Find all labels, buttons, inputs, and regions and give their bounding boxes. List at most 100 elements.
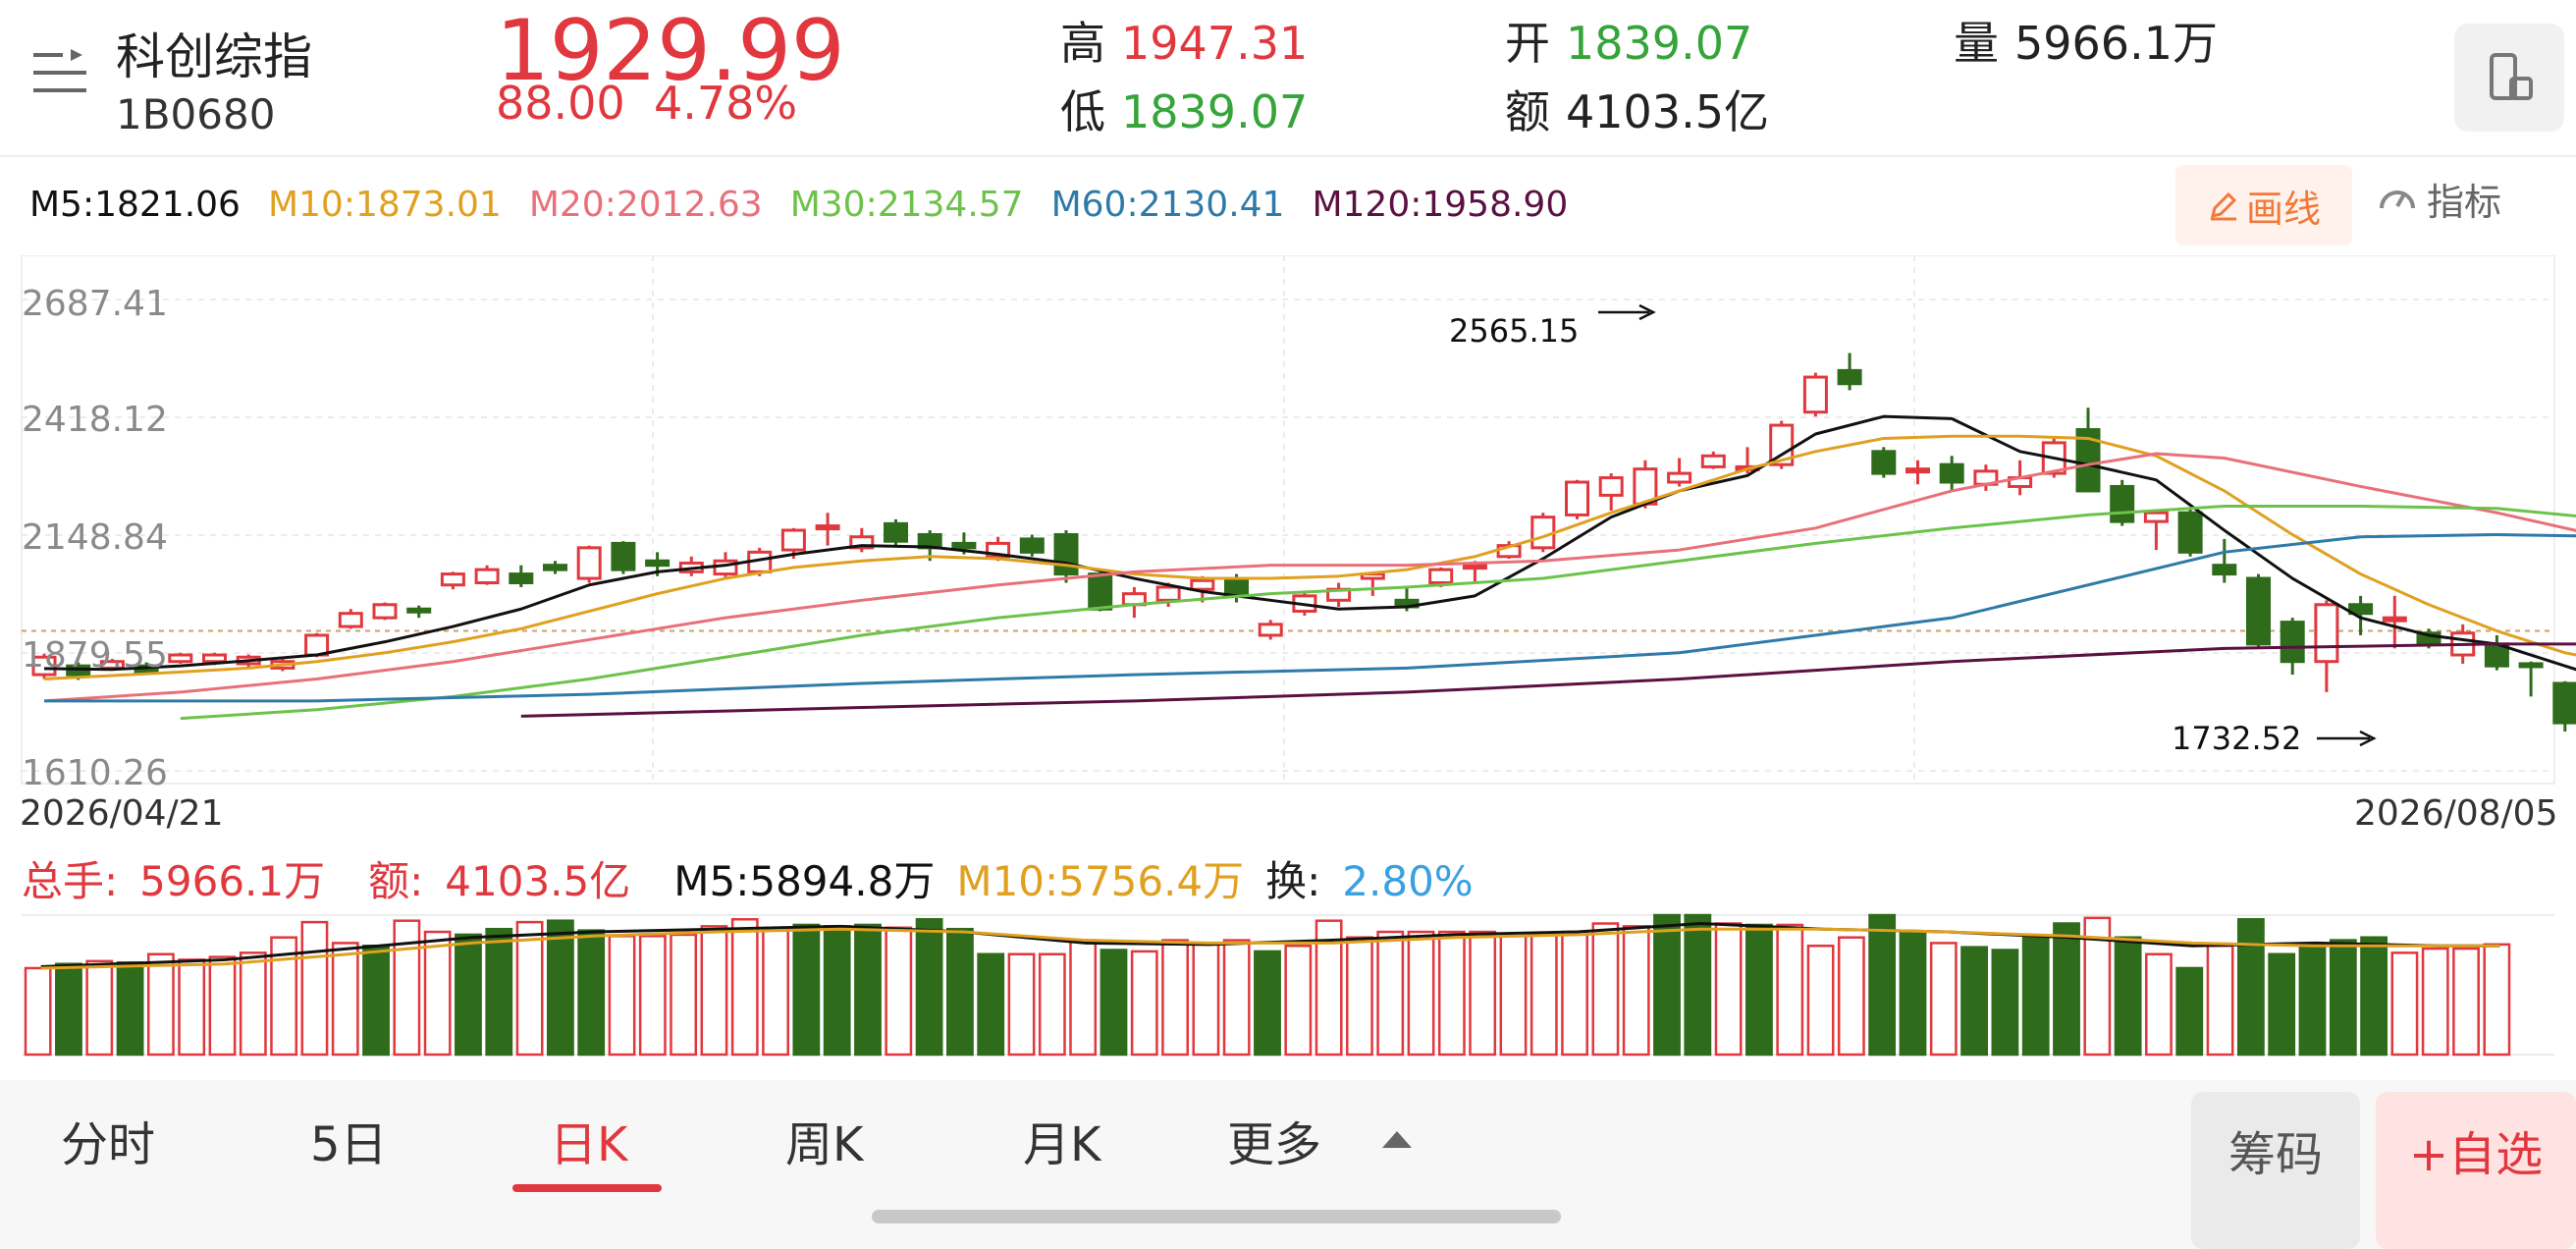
total-amount: 额: 4103.5亿 — [368, 857, 652, 905]
volume-bar — [792, 923, 821, 1057]
volume-bar — [1776, 923, 1804, 1057]
volume-bar — [515, 920, 544, 1057]
volume-bar — [2236, 918, 2265, 1057]
volume-bar — [2206, 944, 2234, 1057]
volume-bar — [2329, 939, 2357, 1057]
high-label: 高 — [1060, 17, 1105, 70]
volume-bar — [2421, 947, 2449, 1057]
volume-bar — [2360, 936, 2388, 1057]
price-change: 88.00 4.78% — [496, 77, 797, 130]
amount-value: 4103.5亿 — [1566, 85, 1769, 138]
caret-up-icon[interactable] — [1382, 1131, 1412, 1148]
low-label: 低 — [1060, 85, 1105, 138]
candle — [1258, 623, 1283, 637]
chip-distribution-button[interactable]: 筹码 — [2191, 1092, 2360, 1249]
tab-week-k[interactable]: 周K — [785, 1106, 863, 1174]
ma10-label: M10:1873.01 — [267, 185, 502, 225]
volume-chart[interactable] — [0, 913, 2576, 1060]
volume-bar — [1499, 935, 1528, 1057]
min-price-label: 1732.52 — [2172, 720, 2301, 757]
m120-line — [520, 642, 2576, 718]
y-tick-label: 2687.41 — [22, 284, 168, 324]
volume-bar — [1960, 946, 1989, 1057]
volume-bar — [670, 933, 698, 1057]
volume-ma10: M10:5756.4万 — [956, 857, 1245, 905]
y-tick-label: 1610.26 — [22, 753, 168, 786]
amount-stat: 额 4103.5亿 — [1505, 77, 1769, 141]
volume-bar — [455, 933, 482, 1057]
candle — [338, 612, 363, 628]
candle — [474, 568, 500, 584]
candle — [1802, 375, 1828, 414]
volume-bar — [2053, 922, 2080, 1057]
tab-day-k[interactable]: 日K — [550, 1106, 627, 1174]
volume-bar — [1684, 913, 1712, 1057]
volume-bar — [762, 927, 789, 1057]
candle — [2110, 484, 2135, 523]
add-to-watchlist-button[interactable]: +自选 — [2376, 1092, 2576, 1249]
volume-bar — [1007, 952, 1036, 1057]
candle — [1837, 368, 1862, 386]
volume-bar — [823, 925, 851, 1057]
candle — [440, 572, 465, 587]
volume-bar — [1069, 939, 1098, 1057]
volume-bar — [2145, 952, 2173, 1057]
volume-bar — [1469, 930, 1497, 1057]
high-value: 1947.31 — [1121, 17, 1309, 70]
candle — [2246, 576, 2271, 646]
home-indicator[interactable] — [872, 1210, 1561, 1223]
candle — [202, 653, 227, 664]
candlestick-chart[interactable]: 2687.41 2418.12 2148.84 1879.55 1610.26 2565… — [0, 255, 2576, 786]
ma20-label: M20:2012.63 — [528, 185, 763, 225]
candle — [951, 541, 977, 550]
open-value: 1839.07 — [1566, 17, 1753, 70]
high-stat: 高 1947.31 — [1060, 8, 1308, 73]
tab-more[interactable]: 更多 — [1227, 1106, 1321, 1174]
volume-bar — [1192, 942, 1220, 1057]
volume-bar — [700, 925, 728, 1057]
candle — [1462, 564, 1487, 570]
candle — [576, 546, 602, 580]
volume-bar — [977, 952, 1005, 1057]
volume-bar — [2021, 936, 2050, 1057]
candle — [2212, 564, 2237, 576]
tab-month-k[interactable]: 月K — [1023, 1106, 1100, 1174]
low-stat: 低 1839.07 — [1060, 77, 1308, 141]
indicator-button[interactable]: 指标 — [2376, 169, 2501, 228]
volume-legend: 总手: 5966.1万 额: 4103.5亿 M5:5894.8万 M10:5756.4万… — [22, 848, 1517, 908]
candle — [1905, 467, 1930, 474]
candle — [815, 524, 840, 531]
volume-bar — [55, 962, 82, 1057]
ma30-label: M30:2134.57 — [789, 185, 1024, 225]
candle — [611, 541, 636, 571]
volume-bar — [24, 966, 52, 1057]
total-volume: 总手: 5966.1万 — [22, 857, 347, 905]
volume-bar — [1591, 922, 1620, 1057]
gauge-icon — [2380, 190, 2415, 209]
volume-bar — [1161, 939, 1189, 1057]
draw-line-button[interactable]: 画线 — [2175, 165, 2352, 245]
turnover-value: 2.80% — [1342, 857, 1474, 905]
volume-bar — [546, 919, 574, 1057]
m60-line — [44, 532, 2576, 703]
candle — [1871, 450, 1897, 475]
volume-bar — [362, 944, 390, 1057]
y-tick-label: 2148.84 — [22, 517, 168, 558]
draw-line-label: 画线 — [2245, 187, 2321, 231]
volume-bar — [331, 942, 359, 1057]
candle — [2518, 662, 2544, 669]
y-tick-label: 2418.12 — [22, 400, 168, 440]
candle — [1019, 537, 1045, 554]
amount-label: 额 — [1505, 85, 1550, 138]
menu-icon[interactable] — [29, 49, 90, 100]
ma120-label: M120:1958.90 — [1312, 185, 1569, 225]
volume-bar — [1222, 939, 1251, 1057]
landscape-toggle-button[interactable] — [2454, 24, 2564, 132]
open-stat: 开 1839.07 — [1505, 8, 1752, 73]
volume-bar — [2268, 952, 2296, 1057]
tab-intraday[interactable]: 分时 — [61, 1106, 155, 1174]
open-label: 开 — [1505, 17, 1550, 70]
volume-bar — [146, 952, 175, 1057]
tab-5day[interactable]: 5日 — [310, 1106, 388, 1174]
volume-bar — [946, 927, 974, 1057]
